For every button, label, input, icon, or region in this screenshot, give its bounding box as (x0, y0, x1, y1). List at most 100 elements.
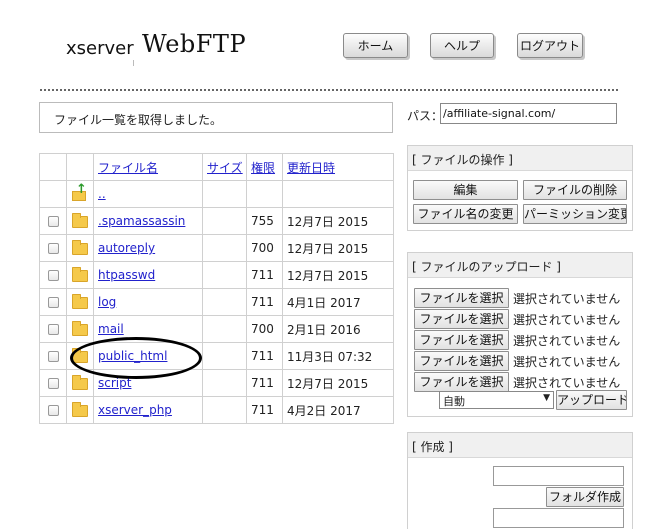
table-cell (66, 234, 94, 262)
perm-cell: 700 (246, 234, 283, 262)
table-cell (202, 207, 247, 235)
header-checkbox-cell (39, 153, 67, 181)
table-row: log 711 4月1日 2017 (39, 288, 394, 316)
choose-file-button[interactable]: ファイルを選択 (414, 351, 509, 371)
file-link[interactable]: public_html (98, 349, 167, 363)
create-folder-button[interactable]: フォルダ作成 (546, 487, 624, 507)
table-cell (39, 369, 67, 397)
row-checkbox[interactable] (47, 324, 59, 335)
column-name[interactable]: ファイル名 (93, 153, 203, 181)
folder-icon (72, 239, 88, 255)
no-file-text: 選択されていません (513, 313, 621, 327)
folder-name-input[interactable] (493, 466, 624, 486)
table-cell: script (93, 369, 203, 397)
table-cell (202, 288, 247, 316)
logout-button[interactable]: ログアウト (517, 33, 583, 58)
table-cell (39, 288, 67, 316)
table-cell: xserver_php (93, 396, 203, 424)
file-table: ファイル名 サイズ 権限 更新日時 ↑ .. .spamassassin 755… (39, 153, 394, 424)
table-row: mail 700 2月1日 2016 (39, 315, 394, 343)
path-input[interactable] (440, 103, 617, 124)
date-cell: 2月1日 2016 (282, 315, 394, 343)
file-link[interactable]: script (98, 376, 131, 390)
sort-name-link[interactable]: ファイル名 (98, 161, 158, 175)
row-checkbox[interactable] (47, 216, 59, 227)
folder-up-icon[interactable]: ↑ (72, 183, 88, 202)
choose-file-button[interactable]: ファイルを選択 (414, 288, 509, 308)
upload-panel: [ ファイルのアップロード ] ファイルを選択 選択されていません ファイルを選… (407, 252, 633, 417)
date-cell: 12月7日 2015 (282, 234, 394, 262)
table-cell (39, 234, 67, 262)
table-cell: public_html (93, 342, 203, 370)
sort-date-link[interactable]: 更新日時 (287, 161, 335, 175)
perm-cell: 711 (246, 342, 283, 370)
folder-icon (72, 347, 88, 363)
table-cell (66, 396, 94, 424)
help-button[interactable]: ヘルプ (430, 33, 494, 58)
chevron-down-icon: ▼ (543, 393, 550, 403)
sort-perm-link[interactable]: 権限 (251, 161, 275, 175)
column-size[interactable]: サイズ (202, 153, 247, 181)
table-row: script 711 12月7日 2015 (39, 369, 394, 397)
row-checkbox[interactable] (47, 405, 59, 416)
delete-button[interactable]: ファイルの削除 (523, 180, 627, 200)
status-message-text: ファイル一覧を取得しました。 (54, 113, 223, 127)
header-icon-cell (66, 153, 94, 181)
folder-icon (72, 293, 88, 309)
path-label: パス： (407, 109, 444, 123)
table-cell (202, 396, 247, 424)
file-link[interactable]: log (98, 295, 116, 309)
table-cell (66, 342, 94, 370)
folder-icon (72, 374, 88, 390)
table-cell (66, 261, 94, 289)
edit-button[interactable]: 編集 (413, 180, 518, 200)
transfer-mode-select[interactable]: 自動 ▼ (439, 391, 554, 409)
home-button[interactable]: ホーム (343, 33, 408, 58)
table-cell (66, 315, 94, 343)
column-perm[interactable]: 権限 (246, 153, 283, 181)
perm-cell: 755 (246, 207, 283, 235)
file-operations-title: [ ファイルの操作 ] (408, 146, 632, 171)
file-link[interactable]: mail (98, 322, 124, 336)
no-file-text: 選択されていません (513, 355, 621, 369)
file-link[interactable]: .spamassassin (98, 214, 185, 228)
row-checkbox[interactable] (47, 270, 59, 281)
table-cell (202, 234, 247, 262)
file-name-input[interactable] (493, 508, 624, 528)
file-link[interactable]: xserver_php (98, 403, 172, 417)
file-operations-panel: [ ファイルの操作 ] 編集 ファイルの削除 ファイル名の変更 パーミッション変… (407, 145, 633, 231)
row-checkbox[interactable] (47, 378, 59, 389)
rename-button[interactable]: ファイル名の変更 (413, 204, 518, 224)
no-file-text: 選択されていません (513, 292, 621, 306)
create-title: [ 作成 ] (408, 433, 632, 458)
upload-title: [ ファイルのアップロード ] (408, 253, 632, 278)
row-checkbox[interactable] (47, 243, 59, 254)
choose-file-button[interactable]: ファイルを選択 (414, 330, 509, 350)
column-date[interactable]: 更新日時 (282, 153, 394, 181)
table-cell (202, 261, 247, 289)
file-link[interactable]: htpasswd (98, 268, 155, 282)
choose-file-button[interactable]: ファイルを選択 (414, 309, 509, 329)
table-cell: mail (93, 315, 203, 343)
row-checkbox[interactable] (47, 297, 59, 308)
choose-file-button[interactable]: ファイルを選択 (414, 372, 509, 392)
upload-button[interactable]: アップロード (556, 390, 627, 410)
parent-directory-link[interactable]: .. (98, 187, 106, 201)
date-cell: 12月7日 2015 (282, 261, 394, 289)
no-file-text: 選択されていません (513, 334, 621, 348)
table-row: xserver_php 711 4月2日 2017 (39, 396, 394, 424)
folder-icon (72, 266, 88, 282)
table-cell (202, 180, 247, 208)
table-cell (39, 207, 67, 235)
row-checkbox[interactable] (47, 351, 59, 362)
permission-button[interactable]: パーミッション変更 (523, 204, 627, 224)
date-cell: 12月7日 2015 (282, 207, 394, 235)
table-cell (66, 288, 94, 316)
folder-icon (72, 320, 88, 336)
sort-size-link[interactable]: サイズ (207, 161, 243, 175)
logo-xserver: xserver (66, 38, 134, 59)
file-link[interactable]: autoreply (98, 241, 155, 255)
perm-cell: 711 (246, 369, 283, 397)
folder-icon (72, 401, 88, 417)
table-cell (202, 315, 247, 343)
